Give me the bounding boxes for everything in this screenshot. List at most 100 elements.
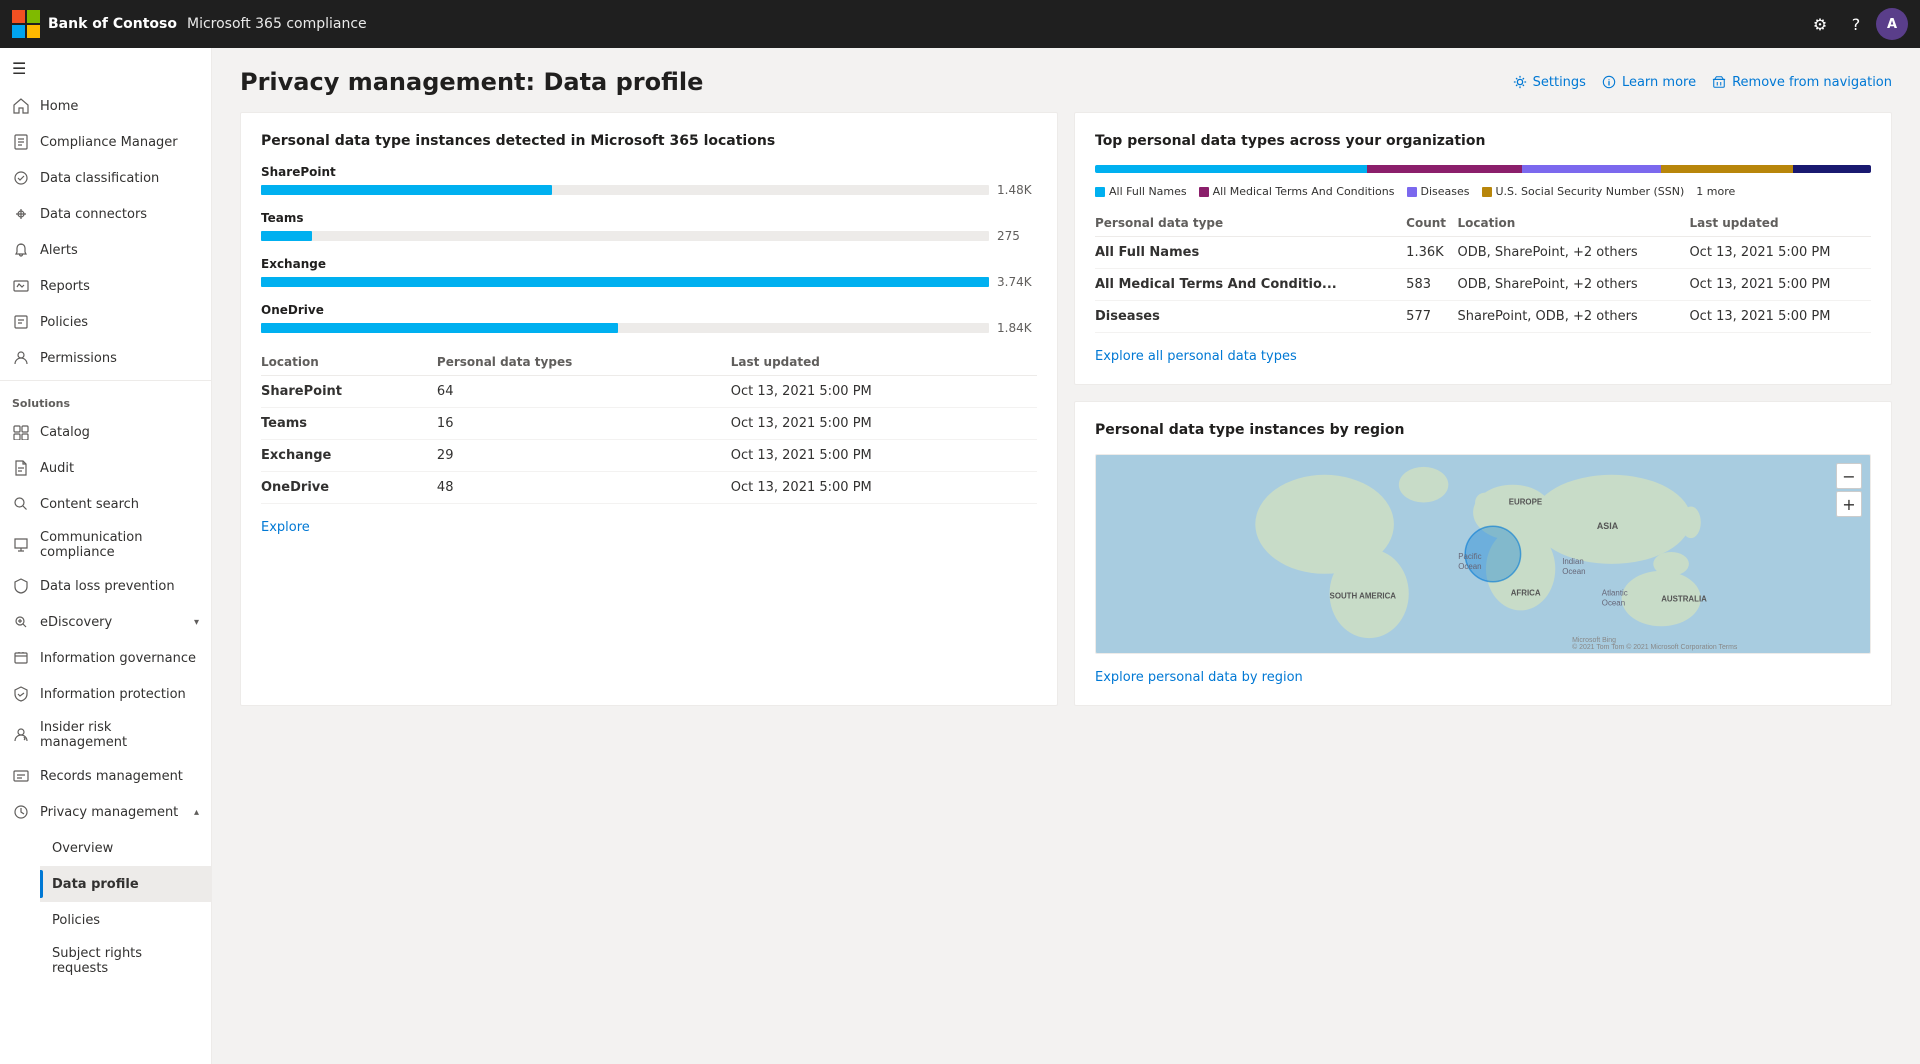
cell-location: SharePoint, ODB, +2 others [1458, 301, 1690, 333]
chevron-down-icon: ▾ [194, 617, 199, 628]
sidebar: ☰ Home Compliance Manager Data classific… [0, 48, 212, 1064]
bar-track [261, 277, 989, 287]
sidebar-item-data-classification[interactable]: Data classification [0, 160, 211, 196]
home-icon [12, 97, 30, 115]
cell-updated: Oct 13, 2021 5:00 PM [1689, 237, 1871, 269]
sidebar-item-label: Records management [40, 769, 183, 784]
zoom-out-button[interactable]: − [1836, 463, 1862, 489]
legend-label: All Medical Terms And Conditions [1213, 185, 1395, 198]
avatar[interactable]: A [1876, 8, 1908, 40]
sidebar-subitem-subject-rights[interactable]: Subject rights requests [40, 938, 211, 984]
legend-dot [1407, 187, 1417, 197]
cell-types: 16 [437, 408, 731, 440]
cell-updated: Oct 13, 2021 5:00 PM [731, 408, 1037, 440]
table-row: All Medical Terms And Conditio... 583 OD… [1095, 269, 1871, 301]
learn-more-icon [1602, 75, 1616, 89]
page-title: Privacy management: Data profile [240, 68, 1513, 96]
svg-text:Indian: Indian [1562, 557, 1584, 566]
sidebar-item-label: Policies [40, 315, 88, 330]
bar-label: Exchange [261, 257, 1037, 271]
col-count: Count [1406, 210, 1457, 237]
table-row: OneDrive 48 Oct 13, 2021 5:00 PM [261, 472, 1037, 504]
sidebar-item-ediscovery[interactable]: eDiscovery ▾ [0, 604, 211, 640]
bar-value: 3.74K [997, 275, 1037, 289]
bar-container: 3.74K [261, 275, 1037, 289]
dlp-icon [12, 577, 30, 595]
sidebar-item-compliance-manager[interactable]: Compliance Manager [0, 124, 211, 160]
color-segment-diseases [1522, 165, 1662, 173]
sidebar-item-policies[interactable]: Policies [0, 304, 211, 340]
sidebar-item-audit[interactable]: Audit [0, 450, 211, 486]
svg-text:Pacific: Pacific [1458, 552, 1481, 561]
bar-row-teams: Teams 275 [261, 211, 1037, 243]
zoom-in-button[interactable]: + [1836, 491, 1862, 517]
cell-location: ODB, SharePoint, +2 others [1458, 237, 1690, 269]
sidebar-item-reports[interactable]: Reports [0, 268, 211, 304]
hamburger-menu[interactable]: ☰ [0, 48, 211, 88]
map-container: ASIA EUROPE AFRICA Pacific Ocean Indian … [1095, 454, 1871, 654]
col-updated: Last updated [1689, 210, 1871, 237]
insider-icon [12, 726, 30, 744]
bar-container: 1.48K [261, 183, 1037, 197]
svg-text:Ocean: Ocean [1562, 567, 1585, 576]
cell-types: 64 [437, 376, 731, 408]
sidebar-item-data-connectors[interactable]: Data connectors [0, 196, 211, 232]
sidebar-item-home[interactable]: Home [0, 88, 211, 124]
sidebar-subitem-overview[interactable]: Overview [40, 830, 211, 866]
cell-types: 48 [437, 472, 731, 504]
legend-ssn: U.S. Social Security Number (SSN) [1482, 185, 1685, 198]
sidebar-subitem-policies[interactable]: Policies [40, 902, 211, 938]
col-type: Personal data type [1095, 210, 1406, 237]
bar-fill [261, 323, 618, 333]
communication-icon [12, 536, 30, 554]
settings-icon[interactable]: ⚙ [1804, 8, 1836, 40]
col-location: Location [261, 349, 437, 376]
legend-more: 1 more [1696, 185, 1735, 198]
sidebar-item-catalog[interactable]: Catalog [0, 414, 211, 450]
bar-track [261, 231, 989, 241]
explore-all-link[interactable]: Explore all personal data types [1095, 349, 1297, 364]
color-segment-medical [1367, 165, 1522, 173]
color-segment-more [1793, 165, 1871, 173]
explore-region-link[interactable]: Explore personal data by region [1095, 670, 1303, 685]
svg-text:© 2021 Tom Tom © 2021 Microsof: © 2021 Tom Tom © 2021 Microsoft Corporat… [1572, 643, 1738, 651]
sidebar-item-label: Home [40, 99, 78, 114]
table-row: Teams 16 Oct 13, 2021 5:00 PM [261, 408, 1037, 440]
bar-track [261, 185, 989, 195]
sidebar-item-data-loss-prevention[interactable]: Data loss prevention [0, 568, 211, 604]
bar-row-exchange: Exchange 3.74K [261, 257, 1037, 289]
app-logo[interactable]: Bank of Contoso [12, 10, 177, 38]
solutions-section-label: Solutions [0, 385, 211, 414]
explore-link[interactable]: Explore [261, 520, 310, 535]
locations-table: Location Personal data types Last update… [261, 349, 1037, 504]
settings-link[interactable]: Settings [1513, 75, 1586, 90]
sidebar-item-permissions[interactable]: Permissions [0, 340, 211, 376]
help-icon[interactable]: ? [1840, 8, 1872, 40]
page-header: Privacy management: Data profile Setting… [212, 48, 1920, 112]
sidebar-item-communication-compliance[interactable]: Communication compliance [0, 522, 211, 568]
sidebar-item-information-protection[interactable]: Information protection [0, 676, 211, 712]
world-map-svg: ASIA EUROPE AFRICA Pacific Ocean Indian … [1096, 455, 1870, 653]
personal-data-card: Personal data type instances detected in… [240, 112, 1058, 706]
catalog-icon [12, 423, 30, 441]
sidebar-item-label: Information protection [40, 687, 186, 702]
remove-nav-link[interactable]: Remove from navigation [1712, 75, 1892, 90]
sidebar-item-privacy-management[interactable]: Privacy management ▴ [0, 794, 211, 830]
sidebar-item-insider-risk[interactable]: Insider risk management [0, 712, 211, 758]
sidebar-subitem-data-profile[interactable]: Data profile [40, 866, 211, 902]
sidebar-item-alerts[interactable]: Alerts [0, 232, 211, 268]
cards-grid: Personal data type instances detected in… [212, 112, 1920, 734]
sidebar-item-content-search[interactable]: Content search [0, 486, 211, 522]
policies-icon [12, 313, 30, 331]
learn-more-link[interactable]: Learn more [1602, 75, 1696, 90]
svg-text:Ocean: Ocean [1602, 598, 1625, 607]
sidebar-item-information-governance[interactable]: Information governance [0, 640, 211, 676]
sidebar-item-label: Reports [40, 279, 90, 294]
cell-type: All Medical Terms And Conditio... [1095, 269, 1406, 301]
svg-text:ASIA: ASIA [1597, 521, 1619, 531]
legend-dot [1199, 187, 1209, 197]
sidebar-item-records-management[interactable]: Records management [0, 758, 211, 794]
bar-value: 1.48K [997, 183, 1037, 197]
top-types-color-bar [1095, 165, 1871, 173]
svg-text:Microsoft Bing: Microsoft Bing [1572, 637, 1616, 644]
